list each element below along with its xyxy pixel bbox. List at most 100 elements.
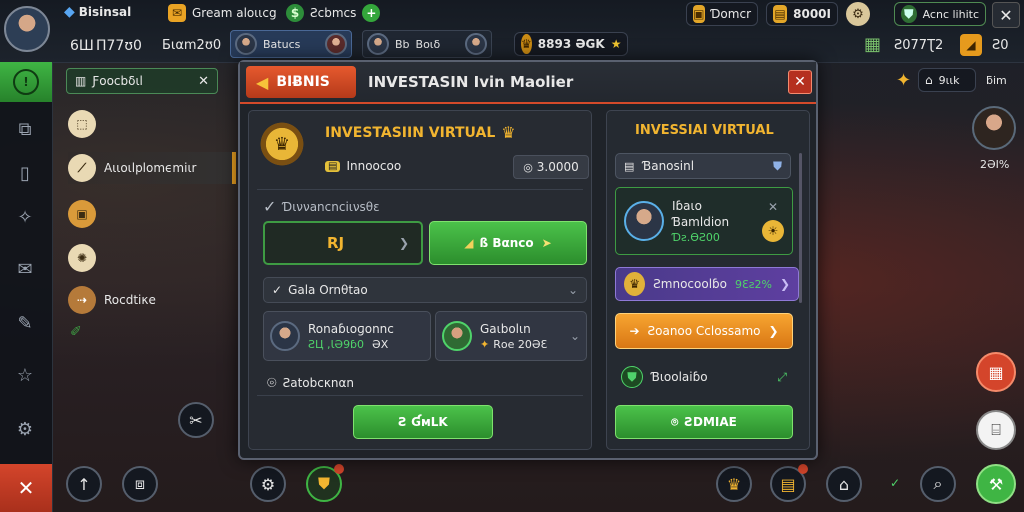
lock-icon: ⌾ bbox=[671, 414, 679, 429]
person-stats: ƧЦ ,ƖƏ9ɓ0 ƏX bbox=[308, 337, 389, 351]
close-game-button[interactable]: ✕ bbox=[992, 2, 1020, 28]
right-badge[interactable]: ◢ bbox=[960, 34, 982, 56]
lock-icon: ⌂ bbox=[925, 73, 933, 87]
sidebar-exit-button[interactable]: ✕ bbox=[0, 464, 52, 512]
main-subtext: ▤ Ιnnoocoo bbox=[325, 159, 401, 173]
envelope-icon: ✉ bbox=[17, 258, 33, 280]
side-search-field[interactable]: ▤ Ɓanosinl ⛊ bbox=[615, 153, 791, 179]
friend-card-1[interactable]: Batucs bbox=[230, 30, 352, 58]
sidebar-map-button[interactable]: ✧ bbox=[10, 202, 40, 232]
right-store-button[interactable]: ⌸ bbox=[976, 410, 1016, 450]
divider bbox=[257, 395, 583, 396]
bottom-search-button[interactable]: ⌕ bbox=[920, 466, 956, 502]
gold-medal-icon: ☀ bbox=[762, 220, 784, 242]
left-round-icon-1[interactable]: ⬚ bbox=[68, 110, 96, 138]
check-icon: ✓ bbox=[890, 476, 901, 490]
modal-header: ◀ BIɃNIS INVESTASIN Ivin Maolier ✕ bbox=[240, 62, 816, 104]
bottom-crown-button[interactable]: ♛ bbox=[716, 466, 752, 502]
tool-icon: ✕ bbox=[767, 200, 779, 214]
scissors-icon: ✂ bbox=[189, 410, 203, 430]
arrow-up-icon: ↑ bbox=[77, 474, 91, 494]
side-panel: INVESSIAI VIRTUAL ▤ Ɓanosinl ⛊ Iɓaιo Ɓam… bbox=[606, 110, 810, 450]
sidebar-mail-button[interactable]: ✉ bbox=[10, 254, 40, 284]
document-icon: ▤ bbox=[624, 159, 635, 173]
shield-icon: ⛊ bbox=[772, 158, 782, 173]
sidebar-home-button[interactable]: ! bbox=[0, 62, 52, 102]
friend-card-2[interactable]: Bb Boιδ bbox=[362, 30, 492, 58]
player-balance: Ƃιαm2ʊ0 bbox=[162, 38, 222, 53]
left-option-button[interactable]: RJ ❯ bbox=[263, 221, 423, 265]
agent-avatar bbox=[624, 201, 664, 241]
person-stats: ✦ Rοe 20ƏƐ bbox=[480, 337, 548, 351]
close-icon[interactable]: ✕ bbox=[198, 74, 209, 89]
bottom-map-button[interactable]: ⧈ bbox=[122, 466, 158, 502]
sidebar-star-button[interactable]: ☆ bbox=[10, 360, 40, 390]
gear-icon: ⚙ bbox=[16, 418, 34, 440]
bottom-up-button[interactable]: ↑ bbox=[66, 466, 102, 502]
sidebar-info-button[interactable]: ▯ bbox=[10, 158, 40, 188]
right-online-chip[interactable]: ⌂ 9ιιk bbox=[918, 68, 976, 92]
side-confirm-button[interactable]: ⌾ ƧDMIAE bbox=[615, 405, 793, 439]
person-avatar bbox=[270, 321, 300, 351]
hammer-icon: ⚒ bbox=[988, 474, 1004, 494]
top-bar: ◆ Bisinsal 6Ш Π77ʊ0 Ƃιαm2ʊ0 ✉ Gream aloι… bbox=[0, 0, 1024, 63]
sidebar-chart-button[interactable]: ⧉ bbox=[10, 114, 40, 144]
modal-close-button[interactable]: ✕ bbox=[788, 70, 812, 94]
cash-indicator[interactable]: $ Ƨcbmcs + bbox=[286, 4, 381, 22]
expand-icon: ⤢ bbox=[777, 369, 787, 384]
left-list-item-1[interactable]: ⟋ Aιιoιlplomϵmiιr bbox=[68, 152, 236, 184]
gold-bar-icon: ◢ bbox=[464, 236, 474, 250]
right-avatar[interactable] bbox=[972, 106, 1016, 150]
coin-balance[interactable]: ♛ 8893 ƏGK ★ bbox=[514, 32, 628, 56]
bottom-action-button[interactable]: ⚒ bbox=[976, 464, 1016, 504]
left-round-icon-3[interactable]: ✺ bbox=[68, 244, 96, 272]
quest-indicator[interactable]: ✉ Gream aloιιcg bbox=[168, 4, 277, 22]
clipboard-icon: ▦ bbox=[988, 362, 1004, 382]
person-card-1[interactable]: Ronaɓιoɡonnc ƧЦ ,ƖƏ9ɓ0 ƏX bbox=[263, 311, 431, 361]
emblem-icon[interactable]: ⚙ bbox=[846, 2, 870, 26]
shield-row[interactable]: ⛊ Ɓιoolaiɓo ⤢ bbox=[615, 361, 793, 393]
orange-action-button[interactable]: ➔ Ƨoanoo Cclossamo ❯ bbox=[615, 313, 793, 349]
left-round-icon-2[interactable]: ▣ bbox=[68, 200, 96, 228]
currency-1[interactable]: ▣ Ɗomcr bbox=[686, 2, 758, 26]
scrollbar[interactable] bbox=[799, 153, 802, 303]
building-icon: ▥ bbox=[75, 74, 87, 88]
sidebar-chat-button[interactable]: ✎ bbox=[10, 308, 40, 338]
left-search-bar[interactable]: ▥ Ƒoocbδιl ✕ bbox=[66, 68, 218, 94]
bottom-settings-button[interactable]: ⚙ bbox=[250, 466, 286, 502]
box-icon: ▣ bbox=[693, 5, 705, 23]
person-card-2[interactable]: Gaιbolιn ✦ Rοe 20ƏƐ ⌄ bbox=[435, 311, 587, 361]
bottom-lock-button[interactable]: ⌂ bbox=[826, 466, 862, 502]
right-red-button[interactable]: ▦ bbox=[976, 352, 1016, 392]
bank-option-button[interactable]: ◢ ß Bαnco ➤ bbox=[429, 221, 587, 265]
player-stat: Π77ʊ0 bbox=[96, 38, 142, 54]
notification-dot bbox=[334, 464, 344, 474]
chevron-right-icon: ❯ bbox=[768, 324, 779, 338]
agent-icons: ✕ ☀ bbox=[762, 200, 784, 242]
player-avatar[interactable] bbox=[4, 6, 50, 52]
location-icon: ⌾ bbox=[267, 373, 277, 392]
shield-icon: ⛊ bbox=[901, 5, 917, 23]
sidebar-settings-button[interactable]: ⚙ bbox=[10, 414, 40, 444]
cash-stack-icon: ▦ bbox=[864, 34, 882, 55]
dropdown-select[interactable]: ✓ Gala Ornθtao ⌄ bbox=[263, 277, 587, 303]
coin-icon: ◎ bbox=[523, 160, 533, 174]
rank-bar[interactable]: ♛ Ƨmnocoolɓo 9Ɛƨ2% ❯ bbox=[615, 267, 799, 301]
left-sidebar: ! ⧉ ▯ ✧ ✉ ✎ ☆ ⚙ ✕ bbox=[0, 62, 53, 512]
right-bonus-icon[interactable]: ✦ bbox=[896, 70, 911, 91]
agent-card[interactable]: Iɓaιo Ɓamldiοn Ɗƨ.ƟƧ00 ✕ ☀ bbox=[615, 187, 793, 255]
rank-badge-icon: ♛ bbox=[624, 272, 646, 296]
confirm-button[interactable]: Ƨ ƓᴍLK bbox=[353, 405, 493, 439]
profile-button[interactable]: ⛊ Acnc lihitc bbox=[894, 2, 986, 26]
compass-icon: ⟋ bbox=[68, 154, 96, 182]
action-pin-button[interactable]: ✂ bbox=[178, 402, 214, 438]
right-small: Ƨ0 bbox=[992, 38, 1009, 53]
shield-icon: ⛊ bbox=[621, 366, 643, 388]
left-list-item-2[interactable]: ⇢ Rocdtiκe bbox=[68, 286, 208, 314]
add-icon[interactable]: + bbox=[362, 4, 381, 22]
agent-info: Iɓaιo Ɓamldiοn Ɗƨ.ƟƧ00 bbox=[672, 198, 730, 244]
crown-icon: ♛ bbox=[726, 474, 742, 494]
book-icon: ⧈ bbox=[134, 474, 146, 493]
currency-2[interactable]: ▤ 8000I bbox=[766, 2, 838, 26]
modal-tab-business[interactable]: ◀ BIɃNIS bbox=[246, 66, 356, 98]
